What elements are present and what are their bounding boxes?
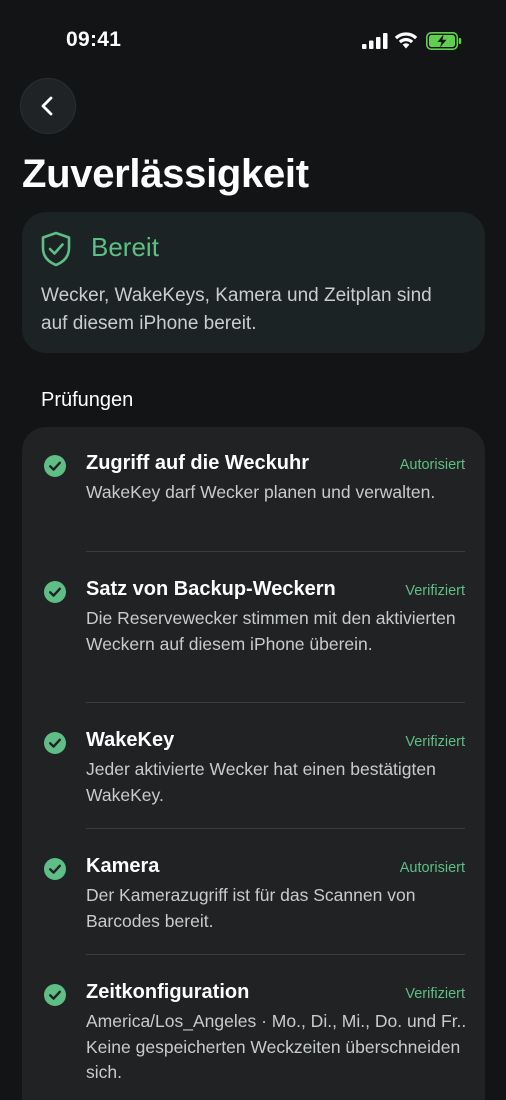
status-badge: Verifiziert bbox=[405, 734, 465, 750]
status-description: Wecker, WakeKeys, Kamera und Zeitplan si… bbox=[41, 285, 432, 334]
wifi-icon bbox=[394, 32, 418, 49]
chevron-left-icon bbox=[41, 96, 53, 116]
page-title: Zuverlässigkeit bbox=[22, 152, 309, 196]
check-item-backup-alarms[interactable]: Satz von Backup-Weckern Verifiziert Die … bbox=[22, 552, 485, 703]
battery-charging-icon bbox=[426, 32, 462, 50]
check-title: WakeKey bbox=[86, 729, 175, 751]
check-circle-icon bbox=[44, 455, 66, 477]
status-bar: 09:41 bbox=[0, 0, 506, 80]
status-badge: Verifiziert bbox=[405, 986, 465, 1002]
check-description: America/Los_Angeles · Mo., Di., Mi., Do.… bbox=[86, 1011, 467, 1082]
cellular-signal-icon bbox=[362, 33, 388, 49]
section-label-checks: Prüfungen bbox=[41, 389, 134, 411]
checks-list: Zugriff auf die Weckuhr Autorisiert Wake… bbox=[22, 427, 485, 1100]
shield-check-icon bbox=[41, 231, 71, 267]
status-badge: Autorisiert bbox=[399, 457, 465, 473]
check-description: Der Kamerazugriff ist für das Scannen vo… bbox=[86, 885, 416, 931]
check-circle-icon bbox=[44, 984, 66, 1006]
reliability-screen: 09:41 Zuverlässigkeit Bereit Wecker, Wak… bbox=[0, 0, 506, 1100]
check-circle-icon bbox=[44, 581, 66, 603]
check-item-time-config[interactable]: Zeitkonfiguration Verifiziert America/Lo… bbox=[22, 955, 485, 1100]
check-circle-icon bbox=[44, 732, 66, 754]
check-description: WakeKey darf Wecker planen und verwalten… bbox=[86, 482, 436, 502]
check-title: Satz von Backup-Weckern bbox=[86, 578, 336, 600]
check-title: Kamera bbox=[86, 855, 160, 877]
check-description: Die Reservewecker stimmen mit den aktivi… bbox=[86, 608, 456, 654]
check-circle-icon bbox=[44, 858, 66, 880]
status-title: Bereit bbox=[91, 232, 159, 262]
status-time: 09:41 bbox=[66, 28, 122, 51]
status-badge: Autorisiert bbox=[399, 860, 465, 876]
check-description: Jeder aktivierte Wecker hat einen bestät… bbox=[86, 759, 436, 805]
check-item-wakekey[interactable]: WakeKey Verifiziert Jeder aktivierte Wec… bbox=[22, 703, 485, 829]
check-title: Zeitkonfiguration bbox=[86, 981, 250, 1003]
check-item-alarm-access[interactable]: Zugriff auf die Weckuhr Autorisiert Wake… bbox=[22, 427, 485, 552]
status-badge: Verifiziert bbox=[405, 583, 465, 599]
check-title: Zugriff auf die Weckuhr bbox=[86, 452, 309, 474]
back-button[interactable] bbox=[20, 78, 76, 134]
check-item-camera[interactable]: Kamera Autorisiert Der Kamerazugriff ist… bbox=[22, 829, 485, 955]
